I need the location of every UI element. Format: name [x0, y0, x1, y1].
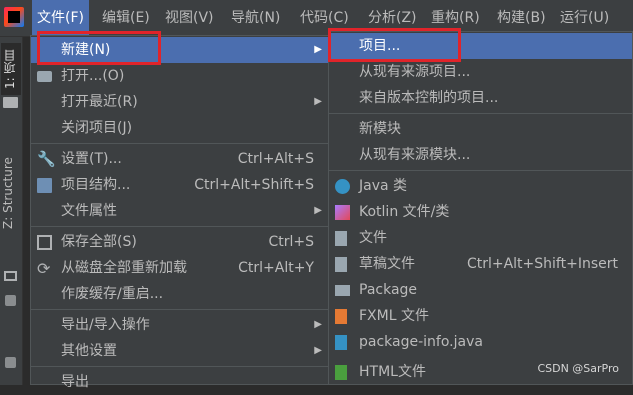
scratch-file-icon: [335, 257, 347, 272]
package-icon: [335, 285, 350, 296]
submenu-arrow-icon: ▶: [314, 96, 322, 107]
wrench-icon: 🔧: [37, 150, 56, 168]
menu-navigate[interactable]: 导航(N): [226, 0, 285, 36]
folder-icon: [3, 97, 18, 108]
watermark: CSDN @SarPro: [537, 362, 619, 375]
menu-view[interactable]: 视图(V): [160, 0, 219, 36]
menu-item-other-settings[interactable]: 其他设置 ▶: [31, 338, 328, 364]
menu-item-reload-all[interactable]: ⟳ 从磁盘全部重新加载 Ctrl+Alt+Y: [31, 255, 328, 281]
menu-separator: [31, 366, 328, 367]
menu-item-kotlin-file[interactable]: Kotlin 文件/类: [329, 199, 632, 225]
tool-icon: [5, 357, 16, 368]
menu-item-package[interactable]: Package: [329, 277, 632, 303]
menu-separator: [329, 170, 632, 171]
html-file-icon: [335, 365, 347, 380]
left-tool-strip: 1: 项目 Z: Structure: [0, 37, 23, 385]
menu-item-open[interactable]: 打开...(O): [31, 63, 328, 89]
submenu-arrow-icon: ▶: [314, 319, 322, 330]
menu-item-project-from-existing[interactable]: 从现有来源项目...: [329, 59, 632, 85]
file-menu: 新建(N) ▶ 打开...(O) 打开最近(R) ▶ 关闭项目(J) 🔧 设置(…: [30, 35, 329, 390]
java-class-icon: [335, 179, 350, 194]
structure-icon: [4, 271, 17, 281]
tab-project[interactable]: 1: 项目: [1, 43, 21, 95]
menu-separator: [31, 143, 328, 144]
annotation-box-project: [328, 28, 461, 62]
project-structure-icon: [37, 178, 52, 193]
menu-item-package-info[interactable]: package-info.java: [329, 329, 632, 355]
menu-item-java-class[interactable]: Java 类: [329, 173, 632, 199]
menu-item-fxml-file[interactable]: FXML 文件: [329, 303, 632, 329]
menu-item-project-from-vcs[interactable]: 来自版本控制的项目...: [329, 85, 632, 111]
menu-item-settings[interactable]: 🔧 设置(T)... Ctrl+Alt+S: [31, 146, 328, 172]
fxml-file-icon: [335, 309, 347, 324]
menu-item-invalidate-caches[interactable]: 作废缓存/重启...: [31, 281, 328, 307]
save-icon: [37, 235, 52, 250]
folder-open-icon: [37, 71, 52, 82]
submenu-arrow-icon: ▶: [314, 205, 322, 216]
new-submenu: 项目... 从现有来源项目... 来自版本控制的项目... 新模块 从现有来源模…: [328, 31, 633, 385]
menu-separator: [31, 309, 328, 310]
menu-item-project-structure[interactable]: 项目结构... Ctrl+Alt+Shift+S: [31, 172, 328, 198]
refresh-icon: ⟳: [37, 259, 51, 278]
kotlin-icon: [335, 205, 350, 220]
package-info-icon: [335, 335, 347, 350]
menu-item-file[interactable]: 文件: [329, 225, 632, 251]
tab-structure[interactable]: Z: Structure: [1, 133, 21, 253]
intellij-logo-icon: [4, 7, 24, 27]
menu-item-file-properties[interactable]: 文件属性 ▶: [31, 198, 328, 224]
menu-item-module-from-existing[interactable]: 从现有来源模块...: [329, 142, 632, 168]
menu-item-scratch-file[interactable]: 草稿文件 Ctrl+Alt+Shift+Insert: [329, 251, 632, 277]
annotation-box-new: [37, 31, 161, 65]
submenu-arrow-icon: ▶: [314, 345, 322, 356]
menu-separator: [329, 113, 632, 114]
submenu-arrow-icon: ▶: [314, 44, 322, 55]
menu-item-close-project[interactable]: 关闭项目(J): [31, 115, 328, 141]
file-icon: [335, 231, 347, 246]
menu-item-import-export[interactable]: 导出/导入操作 ▶: [31, 312, 328, 338]
menu-item-new-module[interactable]: 新模块: [329, 116, 632, 142]
menu-item-open-recent[interactable]: 打开最近(R) ▶: [31, 89, 328, 115]
menu-item-save-all[interactable]: 保存全部(S) Ctrl+S: [31, 229, 328, 255]
menu-separator: [31, 226, 328, 227]
tool-icon: [5, 295, 16, 306]
menu-item-export[interactable]: 导出: [31, 369, 328, 395]
